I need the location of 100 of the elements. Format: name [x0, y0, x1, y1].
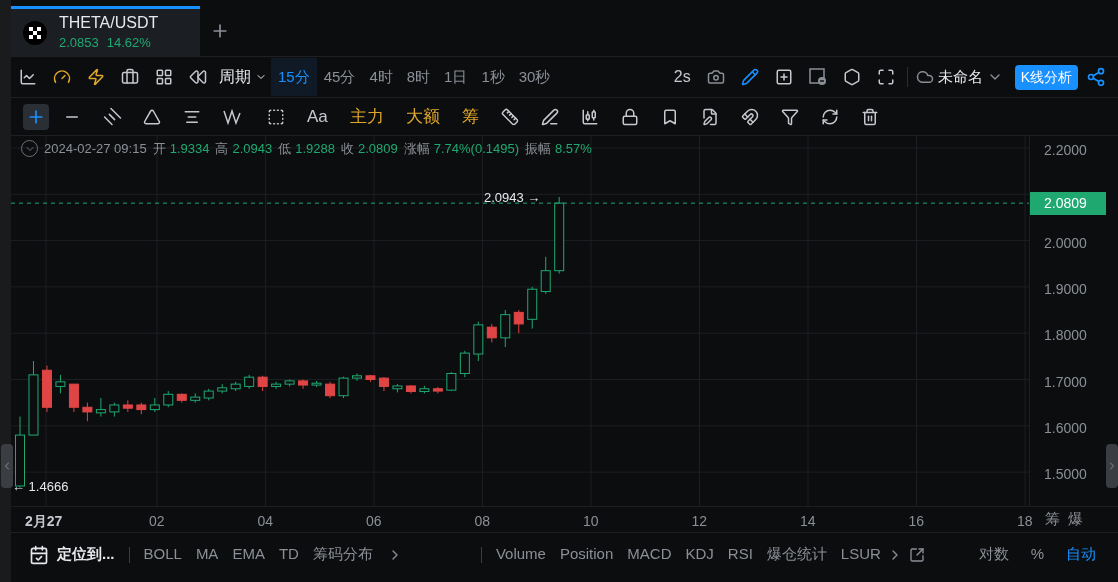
- candle: [432, 386, 443, 394]
- candle: [55, 374, 66, 394]
- locate-button[interactable]: 定位到...: [29, 543, 115, 566]
- candle: [68, 383, 79, 413]
- time-axis-label: 14: [800, 512, 816, 531]
- candle: [136, 402, 147, 415]
- candle: [392, 383, 403, 393]
- indicator-toggle[interactable]: 主力: [341, 103, 392, 130]
- candle: [473, 321, 484, 362]
- interval-tab[interactable]: 15分: [271, 58, 317, 96]
- price-axis-label: 1.7000: [1044, 372, 1087, 392]
- candle: [190, 392, 201, 404]
- price-axis-label: 2.0000: [1044, 233, 1087, 253]
- candle-datetime: 2024-02-27 09:15: [44, 140, 147, 158]
- high-price-marker: 2.0943 →: [484, 189, 541, 207]
- layout-name-dropdown[interactable]: 未命名: [911, 65, 1007, 89]
- candle: [271, 381, 282, 390]
- crosshair-tool[interactable]: [23, 103, 49, 130]
- symbol-name: THETA/USDT: [59, 12, 159, 33]
- candle: [486, 323, 497, 343]
- ohlc-label: 高: [215, 140, 229, 158]
- overlay-indicator[interactable]: TD: [278, 543, 299, 566]
- time-axis-label: 02: [149, 512, 165, 531]
- refresh-interval[interactable]: 2s: [665, 65, 699, 89]
- ohlc-label: 涨幅: [403, 140, 430, 158]
- candle: [109, 402, 120, 418]
- interval-tab[interactable]: 1秒: [474, 58, 512, 96]
- overlay-indicator[interactable]: 筹码分布: [312, 543, 373, 566]
- scale-option[interactable]: 自动: [1066, 543, 1096, 566]
- price-axis-label: 2.2000: [1044, 141, 1087, 160]
- interval-tab[interactable]: 45分: [316, 58, 363, 96]
- price-axis-label: 1.8000: [1044, 326, 1087, 346]
- time-axis-label: 12: [691, 512, 708, 531]
- candle: [513, 309, 524, 334]
- ohlc-value: 2.0943: [232, 140, 273, 158]
- scale-option[interactable]: %: [1030, 543, 1044, 566]
- candle: [459, 350, 470, 378]
- overlay-indicator[interactable]: MA: [195, 543, 219, 566]
- candle: [82, 402, 93, 422]
- text-tool[interactable]: Aa: [299, 103, 336, 130]
- sub-indicator[interactable]: KDJ: [685, 543, 714, 566]
- axis-toggle[interactable]: 筹: [1045, 508, 1060, 531]
- price-change: 14.62%: [106, 33, 151, 52]
- candle: [244, 374, 255, 390]
- ohlc-label: 低: [278, 140, 292, 158]
- scroll-left-handle[interactable]: [1, 444, 13, 488]
- time-axis-label: 16: [908, 512, 925, 531]
- candle: [41, 365, 52, 413]
- interval-tab[interactable]: 8时: [399, 58, 438, 96]
- candle: [217, 383, 228, 394]
- overlay-indicator[interactable]: BOLL: [143, 543, 182, 566]
- period-dropdown[interactable]: 周期: [215, 65, 271, 89]
- analysis-button[interactable]: K线分析: [1014, 64, 1078, 90]
- coin-logo-icon: [23, 20, 47, 45]
- sub-indicator[interactable]: Position: [559, 543, 614, 566]
- interval-tab[interactable]: 4时: [362, 58, 400, 96]
- ohlc-value: 7.74%(0.1495): [433, 140, 519, 158]
- candle: [122, 399, 133, 413]
- time-axis-label: 04: [257, 512, 274, 531]
- indicator-toggle[interactable]: 大额: [397, 103, 448, 130]
- candle: [419, 385, 430, 394]
- sub-indicator[interactable]: RSI: [727, 543, 753, 566]
- price-axis-label: 1.5000: [1044, 465, 1087, 485]
- candle: [325, 381, 336, 399]
- candle: [311, 380, 322, 388]
- axis-toggle[interactable]: 爆: [1068, 508, 1083, 531]
- sub-indicator[interactable]: MACD: [627, 543, 672, 566]
- ohlc-label: 开: [152, 140, 166, 158]
- interval-tab[interactable]: 1日: [437, 58, 475, 96]
- ohlc-value: 8.57%: [555, 140, 592, 158]
- scale-option[interactable]: 对数: [978, 543, 1009, 566]
- indicator-toggle[interactable]: 筹: [453, 103, 487, 130]
- ohlc-value: 1.9288: [295, 140, 335, 158]
- candle: [352, 373, 362, 382]
- ohlc-label: 振幅: [525, 140, 551, 158]
- candle: [378, 376, 389, 392]
- candle: [284, 379, 295, 387]
- time-axis-label: 18: [1017, 512, 1033, 531]
- sub-indicator[interactable]: Volume: [495, 543, 546, 566]
- price-axis-label: 1.6000: [1044, 418, 1087, 438]
- candle: [527, 286, 538, 330]
- interval-tab[interactable]: 30秒: [511, 58, 558, 96]
- candle: [405, 384, 416, 394]
- last-price: 2.0853: [59, 33, 99, 52]
- candle: [540, 256, 551, 295]
- ohlc-label: 收: [340, 140, 354, 158]
- sub-indicator[interactable]: 爆仓统计: [766, 543, 827, 566]
- symbol-tab[interactable]: THETA/USDT 2.0853 14.62%: [11, 6, 200, 56]
- candle: [203, 388, 214, 401]
- cloud-icon: [915, 68, 934, 86]
- scroll-right-handle[interactable]: [1106, 444, 1118, 488]
- time-axis-label: 2月27: [25, 512, 63, 531]
- candle: [338, 376, 349, 399]
- candle: [149, 397, 160, 413]
- overlay-indicator[interactable]: EMA: [232, 543, 265, 566]
- candle: [163, 390, 174, 408]
- candle: [446, 371, 457, 392]
- time-axis-label: 10: [583, 512, 599, 531]
- ohlc-value: 2.0809: [357, 140, 398, 158]
- sub-indicator[interactable]: LSUR: [840, 543, 881, 566]
